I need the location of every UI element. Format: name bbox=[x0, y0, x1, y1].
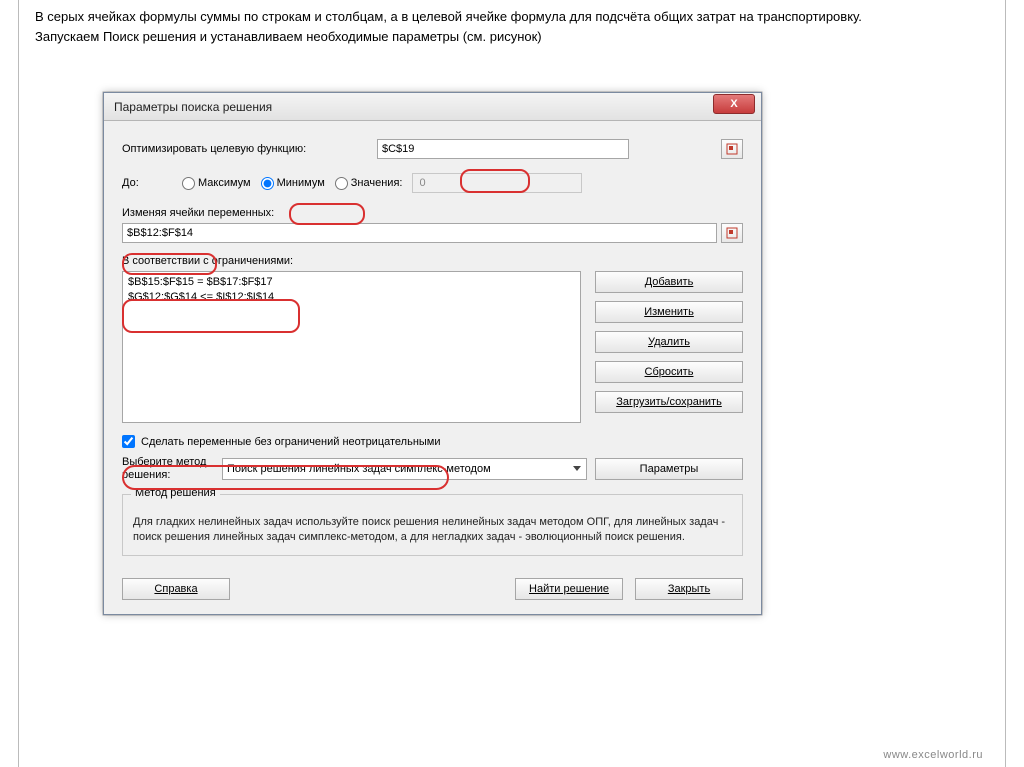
params-button[interactable]: Параметры bbox=[595, 458, 743, 480]
radio-maximum-input[interactable] bbox=[182, 177, 195, 190]
chevron-down-icon[interactable] bbox=[573, 466, 581, 471]
range-picker-icon[interactable] bbox=[721, 139, 743, 159]
group-title: Метод решения bbox=[131, 487, 220, 499]
to-label: До: bbox=[122, 177, 182, 189]
radio-minimum[interactable]: Минимум bbox=[261, 177, 325, 190]
intro-line1: В серых ячейках формулы суммы по строкам… bbox=[35, 8, 989, 26]
nonneg-label: Сделать переменные без ограничений неотр… bbox=[141, 436, 441, 448]
titlebar: Параметры поиска решения X bbox=[104, 93, 761, 121]
help-button[interactable]: Справка bbox=[122, 578, 230, 600]
vars-label: Изменяя ячейки переменных: bbox=[122, 207, 743, 219]
vars-input[interactable] bbox=[122, 223, 717, 243]
add-button[interactable]: Добавить bbox=[595, 271, 743, 293]
range-picker-icon[interactable] bbox=[721, 223, 743, 243]
intro-line2: Запускаем Поиск решения и устанавливаем … bbox=[35, 28, 989, 46]
radio-maximum[interactable]: Максимум bbox=[182, 177, 251, 190]
radio-value[interactable]: Значения: bbox=[335, 177, 403, 190]
constraint-item[interactable]: $G$12:$G$14 <= $I$12:$I$14 bbox=[128, 290, 575, 305]
method-label: Выберите метод решения: bbox=[122, 456, 214, 482]
close-button[interactable]: X bbox=[713, 94, 755, 114]
nonneg-checkbox[interactable] bbox=[122, 435, 135, 448]
radio-minimum-label: Минимум bbox=[277, 177, 325, 189]
objective-label: Оптимизировать целевую функцию: bbox=[122, 143, 377, 155]
delete-button[interactable]: Удалить bbox=[595, 331, 743, 353]
change-button[interactable]: Изменить bbox=[595, 301, 743, 323]
constraints-label: В соответствии с ограничениями: bbox=[122, 255, 743, 267]
radio-maximum-label: Максимум bbox=[198, 177, 251, 189]
constraints-list[interactable]: $B$15:$F$15 = $B$17:$F$17 $G$12:$G$14 <=… bbox=[122, 271, 581, 423]
constraint-item[interactable]: $B$15:$F$15 = $B$17:$F$17 bbox=[128, 275, 575, 290]
value-input[interactable] bbox=[412, 173, 582, 193]
radio-value-label: Значения: bbox=[351, 177, 403, 189]
dialog-title: Параметры поиска решения bbox=[114, 100, 713, 114]
radio-minimum-input[interactable] bbox=[261, 177, 274, 190]
objective-input[interactable] bbox=[377, 139, 629, 159]
loadsave-button[interactable]: Загрузить/сохранить bbox=[595, 391, 743, 413]
method-select[interactable] bbox=[222, 458, 587, 480]
watermark: www.excelworld.ru bbox=[883, 749, 983, 761]
group-text: Для гладких нелинейных задач используйте… bbox=[133, 515, 732, 545]
method-groupbox: Метод решения Для гладких нелинейных зад… bbox=[122, 494, 743, 556]
solver-dialog: Параметры поиска решения X Оптимизироват… bbox=[103, 92, 762, 615]
solve-button[interactable]: Найти решение bbox=[515, 578, 623, 600]
radio-value-input[interactable] bbox=[335, 177, 348, 190]
intro-text: В серых ячейках формулы суммы по строкам… bbox=[35, 8, 989, 45]
reset-button[interactable]: Сбросить bbox=[595, 361, 743, 383]
close-dialog-button[interactable]: Закрыть bbox=[635, 578, 743, 600]
